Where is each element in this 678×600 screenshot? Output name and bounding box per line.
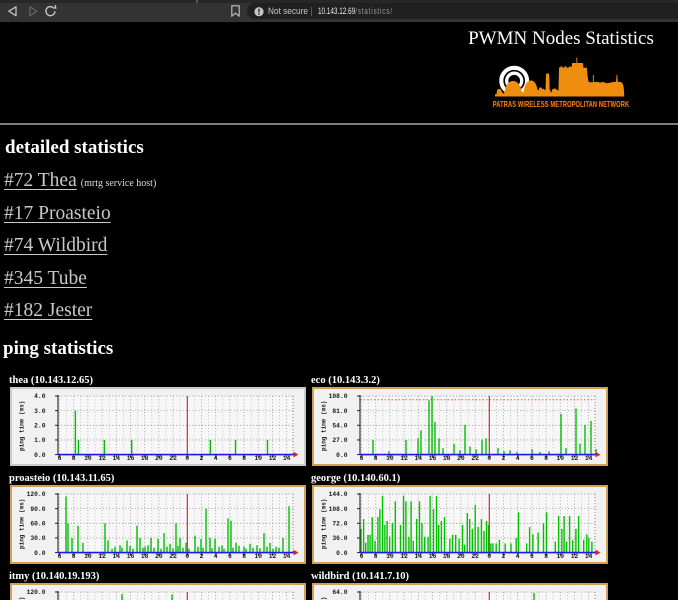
svg-text:0.0: 0.0 (336, 452, 348, 459)
svg-text:10: 10 (255, 553, 263, 560)
svg-text:64.0: 64.0 (332, 589, 347, 596)
svg-text:2: 2 (200, 553, 204, 560)
svg-text:120.0: 120.0 (27, 589, 46, 596)
svg-text:108.0: 108.0 (329, 506, 348, 513)
svg-text:2: 2 (200, 455, 204, 462)
svg-text:10: 10 (84, 455, 92, 462)
svg-text:4: 4 (214, 455, 218, 462)
svg-text:6: 6 (58, 553, 62, 560)
svg-text:20: 20 (155, 553, 163, 560)
svg-text:18: 18 (443, 455, 451, 462)
svg-text:16: 16 (127, 553, 135, 560)
svg-text:ping time (ms): ping time (ms) (19, 499, 26, 549)
svg-text:10: 10 (84, 553, 92, 560)
svg-text:0.0: 0.0 (336, 550, 348, 557)
svg-text:ping time (ms): ping time (ms) (19, 401, 26, 451)
svg-text:12: 12 (400, 455, 408, 462)
svg-text:90.0: 90.0 (30, 506, 45, 513)
svg-text:10: 10 (255, 455, 263, 462)
svg-text:12: 12 (571, 455, 579, 462)
svg-text:22: 22 (471, 553, 479, 560)
svg-text:10: 10 (386, 553, 394, 560)
svg-text:0: 0 (487, 455, 491, 462)
svg-text:8: 8 (242, 553, 246, 560)
svg-text:20: 20 (155, 455, 163, 462)
svg-text:27.0: 27.0 (332, 437, 347, 444)
svg-text:12: 12 (571, 553, 579, 560)
svg-text:6: 6 (530, 553, 534, 560)
svg-text:18: 18 (141, 553, 149, 560)
svg-text:4: 4 (516, 455, 520, 462)
svg-text:2: 2 (502, 553, 506, 560)
svg-text:14: 14 (113, 455, 121, 462)
svg-text:12: 12 (98, 553, 106, 560)
svg-text:36.0: 36.0 (332, 535, 347, 542)
svg-text:8: 8 (72, 455, 76, 462)
svg-text:10: 10 (386, 455, 394, 462)
svg-text:30.0: 30.0 (30, 535, 45, 542)
svg-text:4: 4 (516, 553, 520, 560)
svg-text:14: 14 (415, 455, 423, 462)
svg-text:144.0: 144.0 (329, 491, 348, 498)
svg-text:6: 6 (228, 553, 232, 560)
svg-text:72.0: 72.0 (332, 521, 347, 528)
svg-text:ping time (ms): ping time (ms) (321, 597, 328, 600)
svg-text:8: 8 (72, 553, 76, 560)
svg-text:12: 12 (269, 553, 277, 560)
svg-text:12: 12 (269, 455, 277, 462)
svg-text:18: 18 (141, 455, 149, 462)
svg-text:10: 10 (557, 455, 565, 462)
svg-text:2.0: 2.0 (34, 423, 46, 430)
svg-text:14: 14 (415, 553, 423, 560)
svg-text:120.0: 120.0 (27, 491, 46, 498)
svg-text:8: 8 (242, 455, 246, 462)
svg-text:20: 20 (457, 455, 465, 462)
svg-text:108.0: 108.0 (329, 393, 348, 400)
svg-text:2: 2 (502, 455, 506, 462)
svg-text:0: 0 (487, 553, 491, 560)
svg-text:6: 6 (530, 455, 534, 462)
svg-text:16: 16 (429, 455, 437, 462)
svg-text:8: 8 (544, 553, 548, 560)
svg-text:3.0: 3.0 (34, 408, 46, 415)
svg-text:0: 0 (185, 553, 189, 560)
svg-text:60.0: 60.0 (30, 521, 45, 528)
svg-text:14: 14 (585, 553, 593, 560)
svg-text:6: 6 (360, 455, 364, 462)
svg-text:0: 0 (185, 455, 189, 462)
svg-text:22: 22 (169, 553, 177, 560)
svg-text:1.0: 1.0 (34, 437, 46, 444)
svg-text:12: 12 (98, 455, 106, 462)
svg-text:8: 8 (374, 455, 378, 462)
svg-text:8: 8 (374, 553, 378, 560)
svg-text:4.0: 4.0 (34, 393, 46, 400)
svg-text:22: 22 (169, 455, 177, 462)
svg-text:20: 20 (457, 553, 465, 560)
svg-text:18: 18 (443, 553, 451, 560)
svg-text:6: 6 (228, 455, 232, 462)
svg-text:0.0: 0.0 (34, 452, 46, 459)
svg-text:54.0: 54.0 (332, 423, 347, 430)
svg-text:16: 16 (429, 553, 437, 560)
svg-text:ping time (ms): ping time (ms) (321, 499, 328, 549)
svg-text:81.0: 81.0 (332, 408, 347, 415)
svg-text:10: 10 (557, 553, 565, 560)
svg-text:6: 6 (360, 553, 364, 560)
svg-text:0.0: 0.0 (34, 550, 46, 557)
svg-text:ping time (ms): ping time (ms) (19, 597, 26, 600)
svg-text:14: 14 (283, 553, 291, 560)
svg-text:14: 14 (283, 455, 291, 462)
svg-text:14: 14 (585, 455, 593, 462)
svg-text:16: 16 (127, 455, 135, 462)
svg-text:12: 12 (400, 553, 408, 560)
svg-text:22: 22 (471, 455, 479, 462)
svg-text:4: 4 (214, 553, 218, 560)
svg-text:8: 8 (544, 455, 548, 462)
svg-text:ping time (ms): ping time (ms) (321, 401, 328, 451)
svg-text:6: 6 (58, 455, 62, 462)
svg-text:14: 14 (113, 553, 121, 560)
